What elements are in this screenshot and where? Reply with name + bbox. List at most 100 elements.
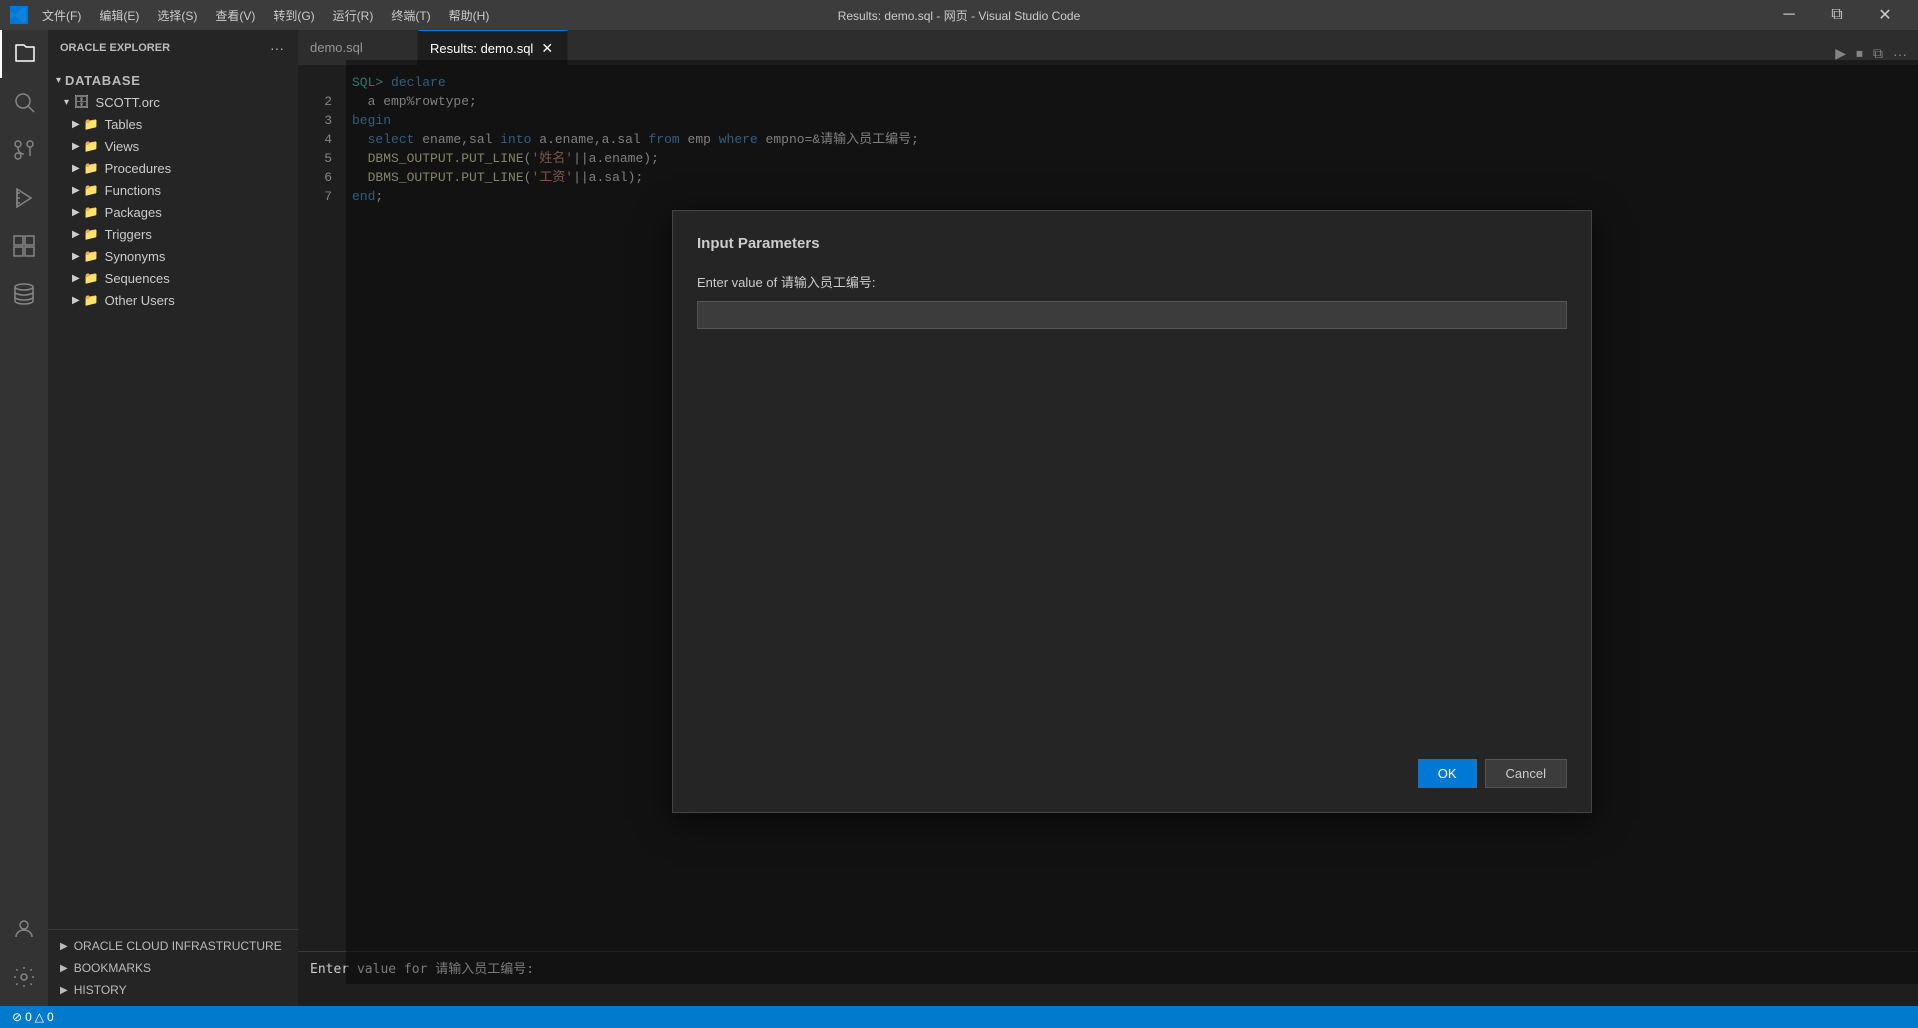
activity-settings[interactable] [0,953,48,1001]
tab-close-button[interactable]: ✕ [539,38,555,59]
modal-footer: OK Cancel [697,759,1567,788]
tab-demo-sql-label: demo.sql [310,40,363,55]
tab-results-demo-sql-label: Results: demo.sql [430,41,533,56]
sequences-folder-icon: 📁 [84,271,99,285]
window-title: Results: demo.sql - 网页 - Visual Studio C… [838,7,1081,24]
restore-button[interactable]: ⧉ [1814,0,1860,30]
activity-search[interactable] [0,78,48,126]
menu-terminal[interactable]: 终端(T) [383,5,438,26]
activity-bar [0,30,48,1006]
line-number-6: 6 [298,168,348,187]
line-number-3: 3 [298,111,348,130]
minimize-button[interactable]: ─ [1766,0,1812,30]
menu-goto[interactable]: 转到(G) [265,5,322,26]
synonyms-folder-icon: 📁 [84,249,99,263]
ok-button[interactable]: OK [1418,759,1477,788]
activity-accounts[interactable] [0,905,48,953]
window-controls: ─ ⧉ ✕ [1766,0,1908,30]
line-number-1 [298,73,348,92]
line-number-4: 4 [298,130,348,149]
activity-extensions[interactable] [0,222,48,270]
oracle-cloud-label: ORACLE CLOUD INFRASTRUCTURE [74,939,282,953]
triggers-chevron-icon: ▶ [72,229,80,240]
modal-title: Input Parameters [697,235,1567,252]
sidebar-item-procedures[interactable]: ▶ 📁 Procedures [48,157,298,179]
title-bar-left: 文件(F) 编辑(E) 选择(S) 查看(V) 转到(G) 运行(R) 终端(T… [10,5,497,26]
packages-chevron-icon: ▶ [72,207,80,218]
synonyms-label: Synonyms [105,249,166,264]
functions-chevron-icon: ▶ [72,185,80,196]
other-users-chevron-icon: ▶ [72,295,80,306]
modal-overlay: Input Parameters Enter value of 请输入员工编号:… [346,60,1918,984]
other-users-label: Other Users [105,293,175,308]
views-label: Views [105,139,139,154]
scott-orc-db-icon: 🗄 [73,94,90,110]
menu-view[interactable]: 查看(V) [207,5,263,26]
sequences-chevron-icon: ▶ [72,273,80,284]
warning-icon: △ [35,1010,44,1024]
line-number-2: 2 [298,92,348,111]
sidebar-header-actions: ··· [268,38,286,58]
procedures-folder-icon: 📁 [84,161,99,175]
editor-area: demo.sql Results: demo.sql ✕ ▶ ⏹ ⧉ ··· S… [298,30,1918,1006]
other-users-folder-icon: 📁 [84,293,99,307]
database-section-header[interactable]: ▾ DATABASE [48,70,298,91]
scott-orc-chevron-icon: ▾ [64,97,69,108]
sidebar-item-functions[interactable]: ▶ 📁 Functions [48,179,298,201]
sequences-label: Sequences [105,271,170,286]
cancel-button[interactable]: Cancel [1485,759,1567,788]
sidebar-header: ORACLE EXPLORER ··· [48,30,298,65]
sidebar-more-button[interactable]: ··· [268,38,286,58]
packages-folder-icon: 📁 [84,205,99,219]
title-bar: 文件(F) 编辑(E) 选择(S) 查看(V) 转到(G) 运行(R) 终端(T… [0,0,1918,30]
history-chevron-icon: ▶ [60,985,68,996]
activity-source-control[interactable] [0,126,48,174]
sidebar-item-tables[interactable]: ▶ 📁 Tables [48,113,298,135]
input-parameters-modal: Input Parameters Enter value of 请输入员工编号:… [672,210,1592,813]
triggers-folder-icon: 📁 [84,227,99,241]
sidebar-item-packages[interactable]: ▶ 📁 Packages [48,201,298,223]
menu-bar: 文件(F) 编辑(E) 选择(S) 查看(V) 转到(G) 运行(R) 终端(T… [34,5,497,26]
activity-run[interactable] [0,174,48,222]
sidebar-item-bookmarks[interactable]: ▶ BOOKMARKS [48,957,298,979]
functions-folder-icon: 📁 [84,183,99,197]
sidebar-item-triggers[interactable]: ▶ 📁 Triggers [48,223,298,245]
sidebar-item-sequences[interactable]: ▶ 📁 Sequences [48,267,298,289]
packages-label: Packages [105,205,162,220]
sidebar-item-views[interactable]: ▶ 📁 Views [48,135,298,157]
tables-folder-icon: 📁 [84,117,99,131]
triggers-label: Triggers [105,227,152,242]
warning-count: 0 [47,1010,54,1024]
modal-input[interactable] [697,301,1567,329]
sidebar-item-synonyms[interactable]: ▶ 📁 Synonyms [48,245,298,267]
line-number-5: 5 [298,149,348,168]
activity-database[interactable] [0,270,48,318]
modal-label: Enter value of 请输入员工编号: [697,272,1567,291]
sidebar-item-history[interactable]: ▶ HISTORY [48,979,298,1001]
procedures-chevron-icon: ▶ [72,163,80,174]
tables-label: Tables [105,117,143,132]
tables-chevron-icon: ▶ [72,119,80,130]
bookmarks-label: BOOKMARKS [74,961,151,975]
menu-edit[interactable]: 编辑(E) [91,5,147,26]
menu-help[interactable]: 帮助(H) [441,5,498,26]
procedures-label: Procedures [105,161,171,176]
error-count: 0 [25,1010,32,1024]
status-errors[interactable]: ⊘ 0 △ 0 [8,1010,58,1024]
scott-orc-item[interactable]: ▾ 🗄 SCOTT.orc [48,91,298,113]
main-area: ORACLE EXPLORER ··· ▾ DATABASE ▾ 🗄 SCOTT… [0,30,1918,1006]
functions-label: Functions [105,183,161,198]
sidebar-item-other-users[interactable]: ▶ 📁 Other Users [48,289,298,311]
oracle-cloud-chevron-icon: ▶ [60,941,68,952]
activity-bar-bottom [0,905,48,1006]
sidebar-footer: ▶ ORACLE CLOUD INFRASTRUCTURE ▶ BOOKMARK… [48,929,298,1006]
menu-file[interactable]: 文件(F) [34,5,89,26]
scott-orc-label: SCOTT.orc [96,95,160,110]
menu-run[interactable]: 运行(R) [325,5,382,26]
close-button[interactable]: ✕ [1862,0,1908,30]
line-number-7: 7 [298,187,348,206]
sidebar-item-oracle-cloud[interactable]: ▶ ORACLE CLOUD INFRASTRUCTURE [48,935,298,957]
menu-selection[interactable]: 选择(S) [149,5,205,26]
sidebar-title: ORACLE EXPLORER [60,42,170,54]
activity-explorer[interactable] [0,30,48,78]
